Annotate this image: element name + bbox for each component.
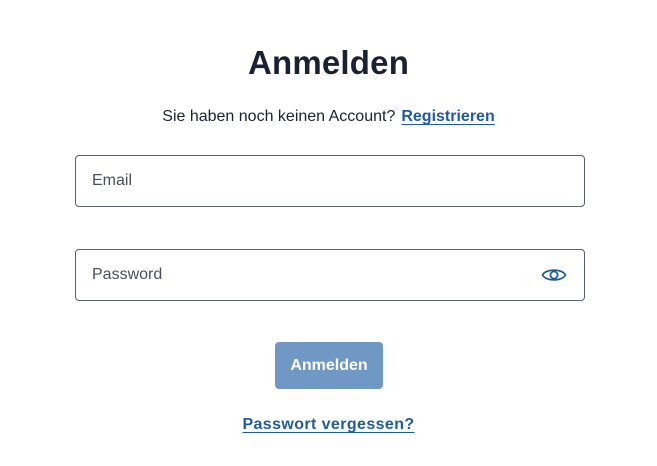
email-field[interactable] [76, 156, 584, 206]
email-field-container [75, 155, 585, 207]
forgot-password-row: Passwort vergessen? [0, 414, 657, 436]
password-field-container [75, 249, 585, 301]
page-title: Anmelden [247, 44, 410, 81]
password-field[interactable] [76, 250, 584, 300]
eye-icon[interactable] [541, 265, 567, 285]
no-account-text: Sie haben noch keinen Account? [162, 108, 396, 125]
login-button[interactable]: Anmelden [275, 342, 383, 389]
register-prompt: Sie haben noch keinen Account? Registrier… [0, 106, 657, 128]
forgot-password-link[interactable]: Passwort vergessen? [242, 416, 414, 433]
register-link[interactable]: Registrieren [401, 108, 494, 125]
